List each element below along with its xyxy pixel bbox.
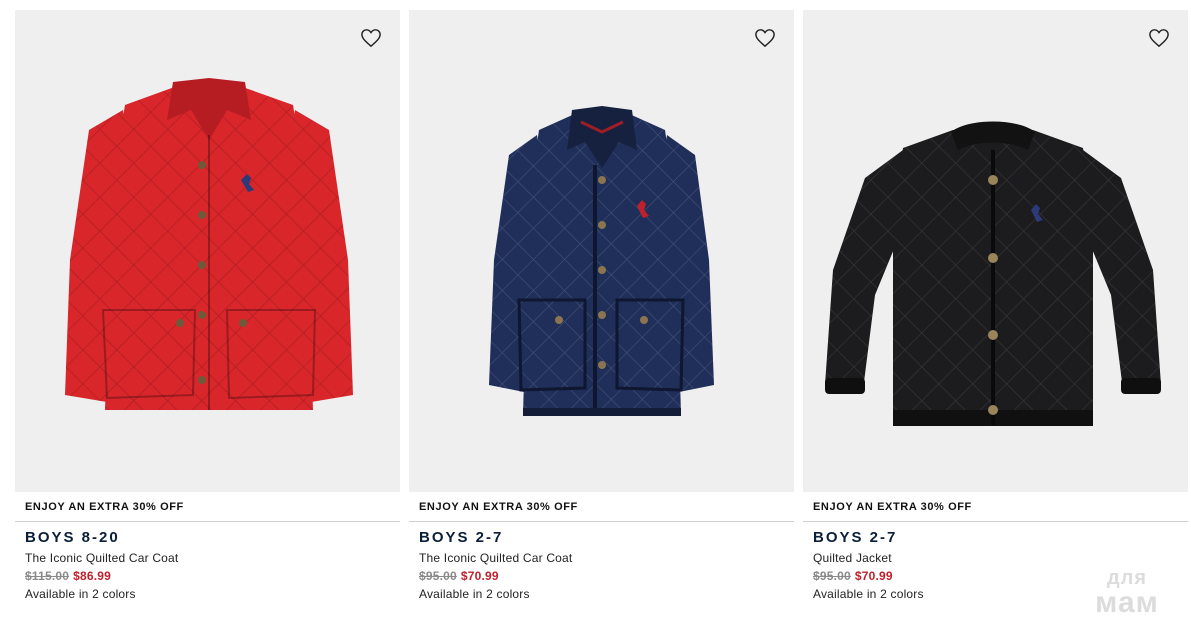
watermark-logo: для мам — [1079, 568, 1175, 618]
car-coat-image — [65, 78, 353, 410]
product-category: BOYS 8-20 — [25, 529, 120, 546]
sale-price: $70.99 — [460, 569, 499, 583]
product-name[interactable]: The Iconic Quilted Car Coat — [25, 551, 178, 565]
original-price: $115.00 — [25, 569, 70, 583]
product-card[interactable]: ENJOY AN EXTRA 30% OFF BOYS 8-20 The Ico… — [15, 10, 400, 620]
divider — [15, 521, 400, 522]
product-category: BOYS 2-7 — [419, 529, 504, 546]
available-colors: Available in 2 colors — [813, 587, 924, 601]
product-name[interactable]: Quilted Jacket — [813, 551, 892, 565]
original-price: $95.00 — [419, 569, 457, 583]
product-price: $95.00 $70.99 — [419, 569, 499, 583]
car-coat-image — [489, 106, 714, 416]
quilted-jacket-image — [825, 121, 1161, 426]
product-image[interactable] — [409, 10, 794, 492]
promo-label: ENJOY AN EXTRA 30% OFF — [813, 501, 972, 513]
product-grid: ENJOY AN EXTRA 30% OFF BOYS 8-20 The Ico… — [15, 10, 1188, 620]
available-colors: Available in 2 colors — [419, 587, 530, 601]
product-name[interactable]: The Iconic Quilted Car Coat — [419, 551, 572, 565]
watermark-line1: для — [1106, 567, 1148, 589]
promo-label: ENJOY AN EXTRA 30% OFF — [25, 501, 184, 513]
divider — [803, 521, 1188, 522]
product-card[interactable]: ENJOY AN EXTRA 30% OFF BOYS 2-7 Quilted … — [803, 10, 1188, 620]
wishlist-heart-icon[interactable] — [754, 28, 776, 48]
promo-label: ENJOY AN EXTRA 30% OFF — [419, 501, 578, 513]
watermark-line2: мам — [1095, 586, 1159, 619]
original-price: $95.00 — [813, 569, 851, 583]
product-image[interactable] — [15, 10, 400, 492]
wishlist-heart-icon[interactable] — [360, 28, 382, 48]
product-card[interactable]: ENJOY AN EXTRA 30% OFF BOYS 2-7 The Icon… — [409, 10, 794, 620]
product-price: $115.00 $86.99 — [25, 569, 111, 583]
sale-price: $86.99 — [73, 569, 112, 583]
wishlist-heart-icon[interactable] — [1148, 28, 1170, 48]
product-category: BOYS 2-7 — [813, 529, 898, 546]
sale-price: $70.99 — [854, 569, 893, 583]
product-price: $95.00 $70.99 — [813, 569, 893, 583]
divider — [409, 521, 794, 522]
available-colors: Available in 2 colors — [25, 587, 136, 601]
product-image[interactable] — [803, 10, 1188, 492]
